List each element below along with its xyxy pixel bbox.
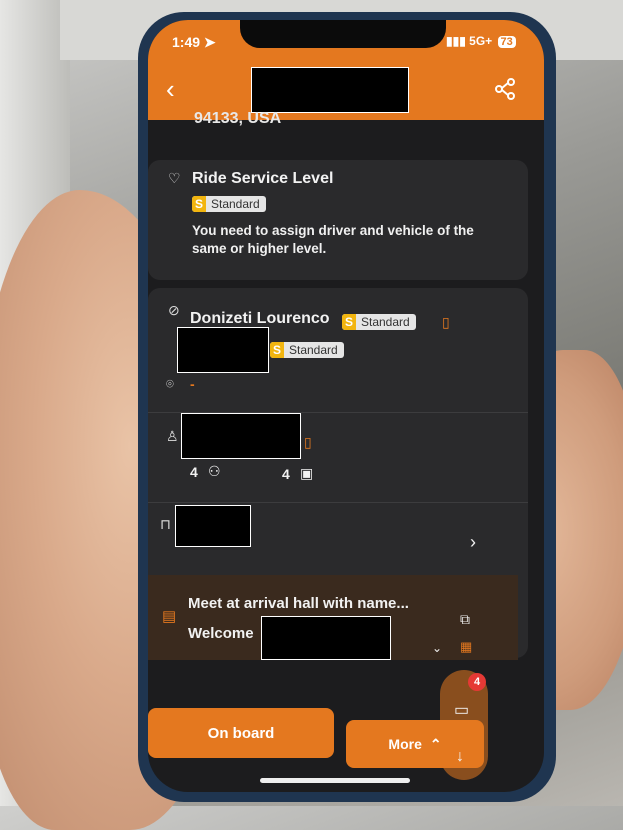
chat-icon: ▭ [454,702,470,719]
luggage-count: 4 [282,466,290,482]
redacted-flight [175,505,251,547]
phone-notch [240,20,446,48]
status-time: 1:49 ➤ [172,34,216,50]
service-level-note: You need to assign driver and vehicle of… [192,223,474,256]
service-level-badge: S Standard [192,196,266,212]
ride-service-title: Ride Service Level [192,170,334,187]
sign-board-icon: ▤ [162,608,177,625]
redacted-vehicle [177,327,269,373]
photo-background: 1:49 ➤ ▮▮▮ 5G+ 73 ‹ 94133, USA ♡ Ride Se… [0,0,623,830]
redacted-title [251,67,409,113]
divider [148,412,528,413]
status-indicators: ▮▮▮ 5G+ 73 [446,34,516,48]
person-icon: ♙ [166,428,179,444]
share-button[interactable] [494,78,516,105]
home-indicator [260,778,410,783]
driver-level-badge: S Standard [342,314,416,330]
driver-icon: ⊘ [168,302,180,318]
passengers-icon: ⚇ [208,463,221,479]
chevron-left-icon: ‹ [166,74,175,104]
meet-line1: Meet at arrival hall with name... [188,595,409,612]
car-icon: ⊓ [160,516,171,532]
battery-icon: 73 [497,36,516,48]
ride-service-card: ♡ Ride Service Level S Standard You need… [148,160,528,280]
redacted-passenger [181,413,301,459]
vehicle-level-badge: S Standard [270,342,344,358]
chat-badge: 4 [468,673,486,691]
divider [148,502,528,503]
arrow-down-icon[interactable]: ↓ [456,748,464,766]
meet-instructions: ▤ Meet at arrival hall with name... Welc… [148,575,518,660]
redacted-name [261,616,391,660]
chevron-down-icon[interactable]: ⌄ [432,641,442,655]
passenger-count: 4 [190,464,198,480]
back-button[interactable]: ‹ [166,76,175,102]
address-text: 94133, USA [194,110,282,127]
calendar-icon[interactable]: ▦ [460,639,472,655]
copy-icon[interactable]: ⧉ [460,611,470,628]
heart-shield-icon: ♡ [168,170,181,186]
network-label: 5G+ [469,34,493,48]
luggage-icon: ▣ [300,465,314,481]
meet-line2: Welcome [188,625,254,642]
share-icon [495,78,515,100]
chevron-right-icon[interactable]: › [470,532,476,553]
driver-name: Donizeti Lourenco [190,310,330,327]
location-value: - [190,376,195,392]
on-board-button[interactable]: On board [148,708,334,758]
signal-icon: ▮▮▮ [446,34,466,48]
phone-call-icon[interactable]: ▯ [442,314,450,331]
passenger-phone-icon[interactable]: ▯ [304,434,312,451]
phone-screen: 1:49 ➤ ▮▮▮ 5G+ 73 ‹ 94133, USA ♡ Ride Se… [148,20,544,792]
location-pin-icon: ⌾ [166,376,174,391]
